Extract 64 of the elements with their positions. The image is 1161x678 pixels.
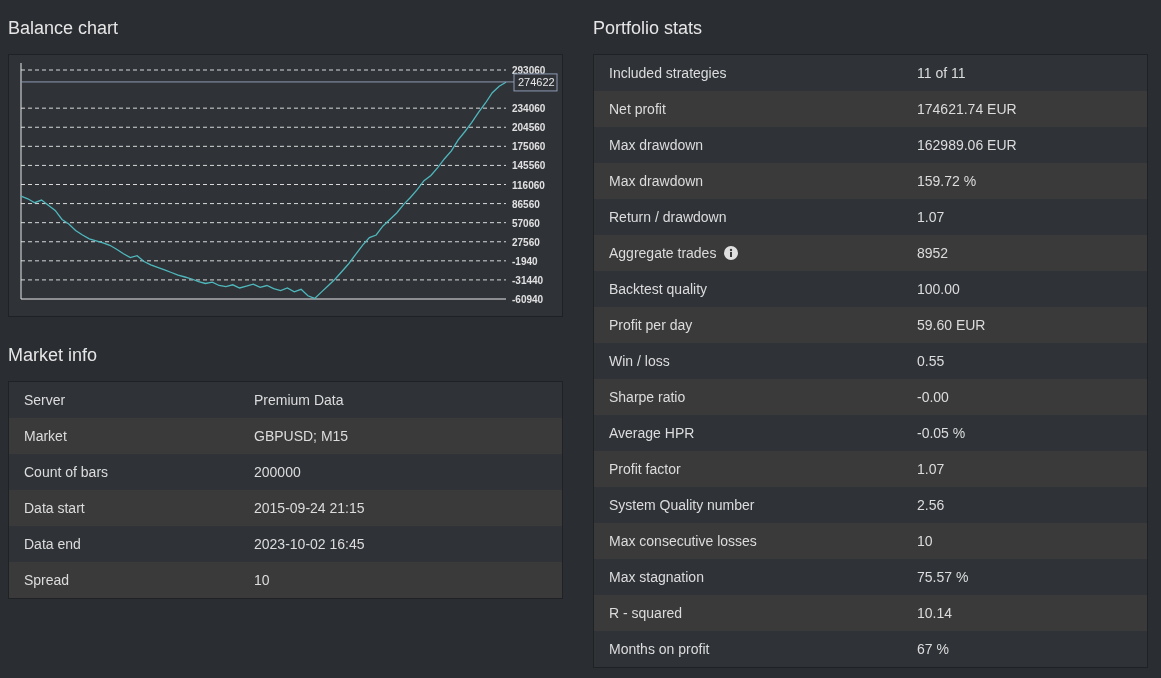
- row-value: Premium Data: [254, 392, 344, 408]
- row-label: Aggregate trades: [609, 245, 717, 261]
- row-value: 10: [254, 572, 270, 588]
- row-label: Net profit: [609, 101, 666, 117]
- row-label: Max drawdown: [609, 173, 704, 189]
- row-value: 10: [917, 533, 933, 549]
- axis-tick-label: 86560: [512, 198, 540, 210]
- row-value: 67 %: [917, 641, 949, 657]
- row-label: Count of bars: [24, 464, 109, 480]
- row-label: Max stagnation: [609, 569, 704, 585]
- row-label: Data end: [24, 536, 81, 552]
- axis-tick-label: 175060: [512, 141, 546, 153]
- row-label: Max consecutive losses: [609, 533, 757, 549]
- section-title: Portfolio stats: [593, 17, 704, 40]
- axis-tick-label: 234060: [512, 103, 546, 115]
- axis-tick-label: 204560: [512, 122, 546, 134]
- row-value: 8952: [917, 245, 949, 261]
- axis-tick-label: 145560: [512, 160, 546, 172]
- row-label: Return / drawdown: [609, 209, 727, 225]
- row-value: 10.14: [917, 605, 953, 621]
- axis-tick-label: 57060: [512, 217, 540, 229]
- row-label: Max drawdown: [609, 137, 704, 153]
- row-value: 100.00: [917, 281, 960, 297]
- row-label: Win / loss: [609, 353, 670, 369]
- axis-tick-label: 27560: [512, 236, 540, 248]
- row-value: GBPUSD; M15: [254, 428, 349, 444]
- row-label: Profit factor: [609, 461, 681, 477]
- row-value: 162989.06 EUR: [917, 137, 1017, 153]
- row-label: Server: [24, 392, 66, 408]
- row-label: Average HPR: [609, 425, 695, 441]
- row-value: 174621.74 EUR: [917, 101, 1017, 117]
- row-value: 2.56: [917, 497, 945, 513]
- row-label: R - squared: [609, 605, 683, 621]
- section-title: Balance chart: [8, 17, 120, 40]
- row-label: Profit per day: [609, 317, 693, 333]
- row-value: 159.72 %: [917, 173, 977, 189]
- section-title: Market info: [8, 344, 99, 367]
- row-label: Months on profit: [609, 641, 710, 657]
- ref-line-label: 274622: [518, 76, 555, 89]
- axis-tick-label: 116060: [512, 179, 545, 191]
- row-label: Spread: [24, 572, 70, 588]
- row-value: -0.00: [917, 389, 949, 405]
- axis-tick-label: -31440: [512, 274, 544, 286]
- row-value: 59.60 EUR: [917, 317, 986, 333]
- row-value: 0.55: [917, 353, 945, 369]
- value-marker-label: 274622: [513, 73, 558, 92]
- row-label: Market: [24, 428, 67, 444]
- axis-tick-label: -1940: [512, 255, 538, 267]
- row-value: 2023-10-02 16:45: [254, 536, 365, 552]
- row-value: 1.07: [917, 461, 945, 477]
- axis-tick-label: -60940: [512, 294, 544, 305]
- row-value: 1.07: [917, 209, 945, 225]
- row-value: 200000: [254, 464, 301, 480]
- row-value: 75.57 %: [917, 569, 969, 585]
- row-label: Data start: [24, 500, 85, 516]
- axis-tick-label: 293060: [512, 65, 546, 76]
- row-value: 2015-09-24 21:15: [254, 500, 365, 516]
- row-value: 11 of 11: [917, 65, 966, 81]
- row-value: -0.05 %: [917, 425, 966, 441]
- row-label: System Quality number: [609, 497, 755, 513]
- row-label: Backtest quality: [609, 281, 708, 297]
- row-label: Included strategies: [609, 65, 727, 81]
- info-icon[interactable]: [724, 246, 739, 260]
- row-label: Sharpe ratio: [609, 389, 686, 405]
